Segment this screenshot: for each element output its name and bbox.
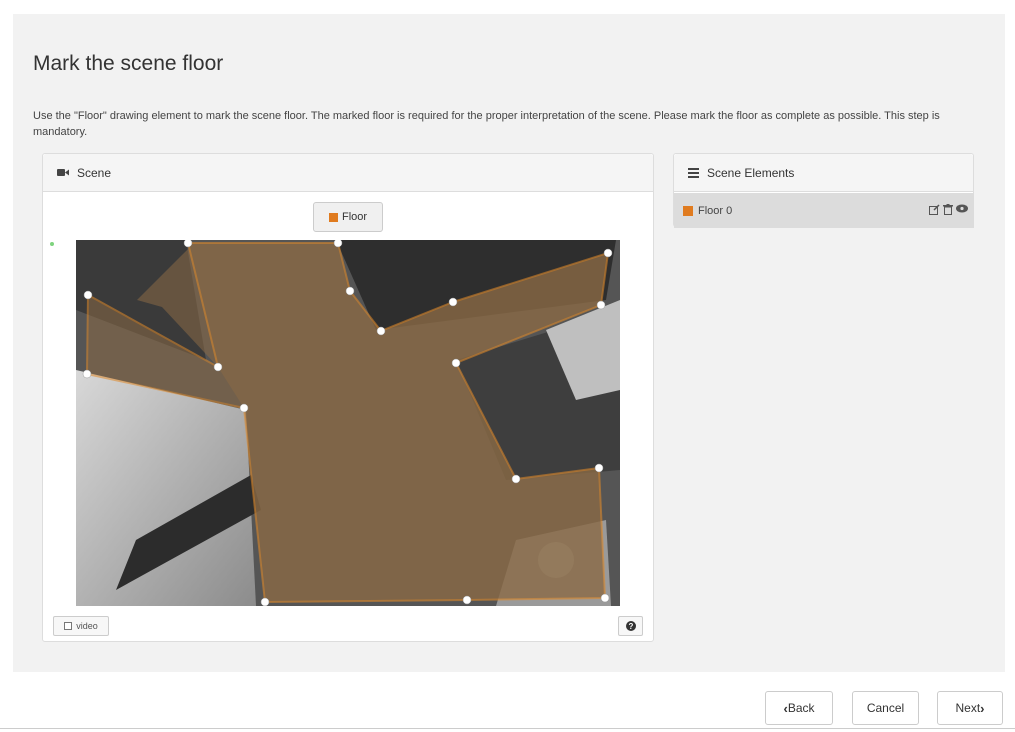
scene-panel-title: Scene (77, 165, 112, 180)
video-toggle-button[interactable]: video (53, 616, 109, 636)
scene-elements-panel: Scene Elements Floor 0 (673, 153, 974, 228)
cancel-label: Cancel (866, 701, 905, 715)
scene-elements-heading: Scene Elements (674, 154, 973, 192)
instructions-text: Use the "Floor" drawing element to mark … (33, 110, 940, 138)
cancel-button[interactable]: Cancel (852, 691, 919, 725)
eye-icon[interactable] (956, 204, 968, 215)
video-checkbox[interactable] (64, 622, 73, 630)
scene-elements-title: Scene Elements (707, 165, 795, 180)
list-icon (688, 167, 699, 178)
svg-text:?: ? (628, 622, 633, 631)
next-button[interactable]: Next › (937, 691, 1003, 725)
footer-divider (0, 728, 1015, 729)
scene-canvas[interactable] (76, 240, 620, 606)
status-indicator-dot (50, 242, 54, 246)
scene-panel: Scene Floor video ? (42, 153, 654, 642)
question-circle-icon: ? (625, 619, 636, 634)
element-color-swatch (683, 205, 693, 216)
video-camera-icon (57, 168, 69, 177)
back-button[interactable]: ‹ Back (765, 691, 833, 725)
video-toggle-label: video (76, 621, 98, 631)
next-label: Next (955, 701, 981, 715)
floor-tool-label: Floor (341, 211, 368, 223)
scene-element-row[interactable]: Floor 0 (674, 193, 974, 228)
floor-tool-button[interactable]: Floor (313, 202, 383, 232)
trash-icon[interactable] (943, 204, 953, 215)
help-button[interactable]: ? (618, 616, 643, 636)
scene-panel-heading: Scene (43, 154, 653, 192)
edit-icon[interactable] (929, 204, 940, 215)
floor-color-swatch (328, 212, 338, 222)
back-label: Back (787, 701, 815, 715)
element-row-actions (929, 204, 968, 215)
chevron-right-icon: › (980, 700, 985, 716)
page-title: Mark the scene floor (33, 52, 224, 75)
scene-element-label: Floor 0 (698, 204, 733, 217)
